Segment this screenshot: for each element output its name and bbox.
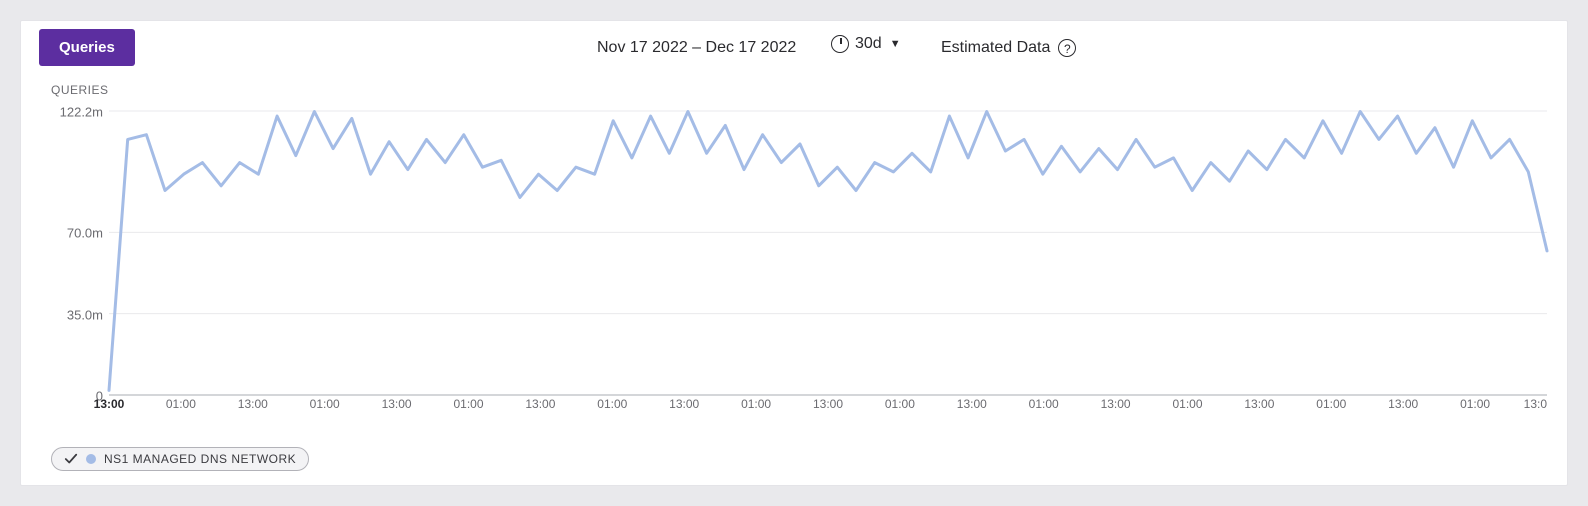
- x-tick: 13:00: [525, 397, 555, 411]
- estimated-text: Estimated Data: [941, 39, 1050, 57]
- period-selector[interactable]: 30d ▼: [831, 35, 901, 53]
- y-tick: 70.0m: [43, 226, 103, 241]
- help-icon[interactable]: ?: [1058, 39, 1076, 57]
- x-axis: 13:00 01:00 13:00 01:00 13:00 01:00 13:00 01:00…: [109, 397, 1547, 415]
- x-tick: 01:00: [310, 397, 340, 411]
- x-tick: 01:00: [1029, 397, 1059, 411]
- x-tick: 13:0: [1524, 397, 1547, 411]
- x-tick: 13:00: [957, 397, 987, 411]
- legend-chip[interactable]: NS1 MANAGED DNS NETWORK: [51, 447, 309, 471]
- x-tick: 13:00: [1244, 397, 1274, 411]
- chart-plot: [109, 111, 1547, 395]
- x-tick: 13:00: [382, 397, 412, 411]
- y-tick: 35.0m: [43, 307, 103, 322]
- chart-header: Queries Nov 17 2022 – Dec 17 2022 30d ▼ …: [21, 29, 1567, 75]
- check-icon: [64, 452, 78, 466]
- date-range-label: Nov 17 2022 – Dec 17 2022: [597, 39, 796, 57]
- y-tick: 0: [43, 389, 103, 404]
- x-tick: 01:00: [741, 397, 771, 411]
- y-tick: 122.2m: [43, 105, 103, 120]
- series-swatch: [86, 454, 96, 464]
- estimated-data-label: Estimated Data ?: [941, 39, 1076, 57]
- x-tick: 01:00: [166, 397, 196, 411]
- x-tick: 13:00: [813, 397, 843, 411]
- x-tick: 01:00: [885, 397, 915, 411]
- series-name: NS1 MANAGED DNS NETWORK: [104, 452, 296, 466]
- x-tick: 01:00: [1316, 397, 1346, 411]
- x-tick: 01:00: [597, 397, 627, 411]
- x-tick: 13:00: [1388, 397, 1418, 411]
- x-tick: 01:00: [1460, 397, 1490, 411]
- y-axis-title: QUERIES: [51, 83, 109, 97]
- x-tick: 13:00: [238, 397, 268, 411]
- tab-queries[interactable]: Queries: [39, 29, 135, 66]
- clock-icon: [831, 35, 849, 53]
- chart-card: Queries Nov 17 2022 – Dec 17 2022 30d ▼ …: [20, 20, 1568, 486]
- series-line: [109, 112, 1547, 391]
- period-value: 30d: [855, 35, 882, 53]
- x-tick: 13:00: [669, 397, 699, 411]
- x-tick: 01:00: [1172, 397, 1202, 411]
- x-tick: 01:00: [453, 397, 483, 411]
- chevron-down-icon: ▼: [890, 38, 901, 50]
- chart-svg: [109, 111, 1547, 395]
- x-tick: 13:00: [1101, 397, 1131, 411]
